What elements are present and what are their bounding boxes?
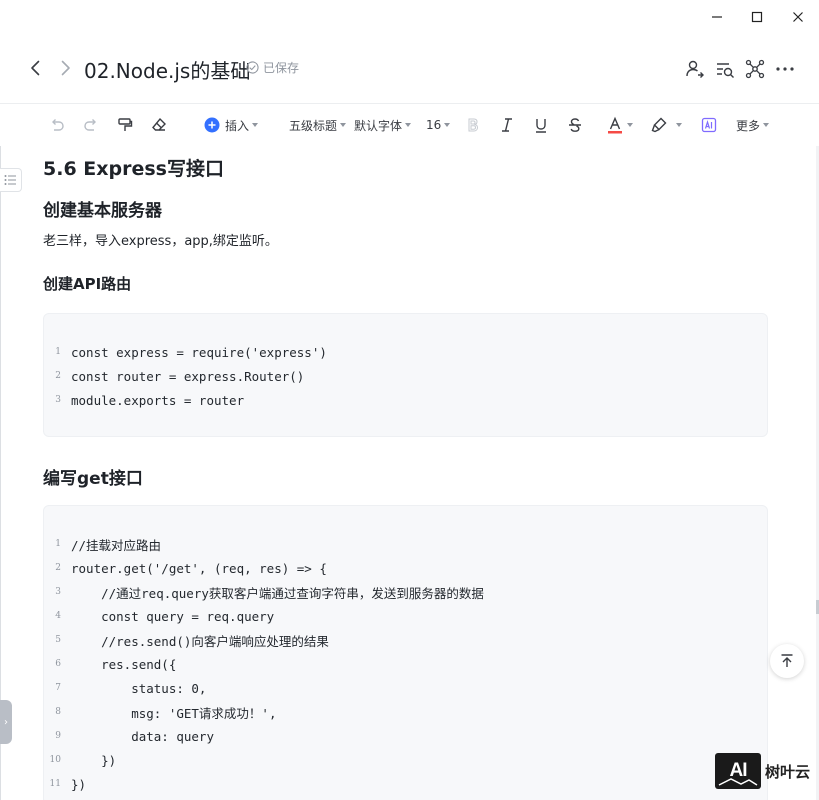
outline-list-icon xyxy=(4,175,16,185)
font-size-label: 16 xyxy=(426,118,442,132)
outline-toggle[interactable] xyxy=(0,168,22,192)
paragraph-server: 老三样，导入express，app,绑定监听。 xyxy=(43,234,278,249)
find-replace-icon[interactable] xyxy=(714,58,736,80)
font-select[interactable]: 默认字体 xyxy=(354,115,412,135)
format-painter-icon[interactable] xyxy=(116,115,134,135)
heading-create-router: 创建API路由 xyxy=(43,275,132,293)
code-line: 9 data: query xyxy=(55,728,214,744)
minimize-icon[interactable] xyxy=(705,6,729,28)
doc-header: 02.Node.js的基础 已保存 xyxy=(0,44,819,92)
window-titlebar xyxy=(0,0,819,34)
maximize-icon[interactable] xyxy=(745,6,769,28)
code-block-get[interactable]: 1//挂载对应路由 2 router.get('/get', (req, res)… xyxy=(43,505,768,800)
code-block-router[interactable]: 1 const express = require('express') 2 con… xyxy=(43,313,768,437)
chevron-down-icon xyxy=(340,123,347,127)
undo-icon[interactable] xyxy=(48,115,66,135)
watermark-text: 树叶云 xyxy=(765,762,811,781)
ai-assistant-icon[interactable] xyxy=(700,115,718,135)
code-line: 5 //res.send()向客户端响应处理的结果 xyxy=(55,633,329,649)
back-icon[interactable] xyxy=(26,58,46,78)
font-label: 默认字体 xyxy=(354,118,403,133)
underline-icon[interactable] xyxy=(532,115,550,135)
heading-create-server: 创建基本服务器 xyxy=(43,201,162,221)
format-toolbar: 插入 五级标题 默认字体 16 更多 xyxy=(0,104,819,146)
plus-circle-icon xyxy=(204,117,220,133)
highlight-button[interactable] xyxy=(650,115,682,135)
chevron-down-icon xyxy=(627,123,633,127)
code-line: 2 router.get('/get', (req, res) => { xyxy=(55,560,327,576)
chevron-down-icon xyxy=(405,123,412,127)
expand-sidebar-tab[interactable]: › xyxy=(0,700,12,744)
text-color-icon xyxy=(608,116,622,134)
arrow-up-icon xyxy=(781,654,793,667)
close-icon[interactable] xyxy=(786,6,810,28)
insert-button[interactable]: 插入 xyxy=(204,115,259,135)
bold-icon[interactable] xyxy=(464,115,482,135)
check-circle-icon xyxy=(246,61,259,74)
more-tools-label: 更多 xyxy=(736,118,761,133)
more-icon[interactable] xyxy=(774,58,796,80)
watermark: AI 树叶云 xyxy=(715,752,810,790)
watermark-logo: AI xyxy=(715,753,761,789)
chevron-down-icon xyxy=(676,123,682,127)
code-line: 6 res.send({ xyxy=(55,656,177,672)
share-user-icon[interactable] xyxy=(684,58,706,80)
font-size-select[interactable]: 16 xyxy=(426,115,451,135)
more-tools-button[interactable]: 更多 xyxy=(736,115,770,135)
code-line: 4 const query = req.query xyxy=(55,608,275,624)
code-line: 7 status: 0, xyxy=(55,680,207,696)
code-line: 1 const express = require('express') xyxy=(55,344,327,360)
insert-label: 插入 xyxy=(225,118,250,133)
chevron-right-icon: › xyxy=(4,716,8,728)
highlighter-icon xyxy=(651,117,667,133)
code-line: 8 msg: 'GET请求成功！', xyxy=(55,705,277,721)
strikethrough-icon[interactable] xyxy=(566,115,584,135)
chevron-down-icon xyxy=(252,123,259,127)
code-line: 10 }) xyxy=(49,752,117,768)
heading-label: 五级标题 xyxy=(289,118,338,133)
saved-status-label: 已保存 xyxy=(263,61,300,75)
italic-icon[interactable] xyxy=(498,115,516,135)
chevron-down-icon xyxy=(763,123,770,127)
code-line: 1//挂载对应路由 xyxy=(55,537,162,553)
code-line: 3 //通过req.query获取客户端通过查询字符串，发送到服务器的数据 xyxy=(55,585,484,601)
document-title[interactable]: 02.Node.js的基础 xyxy=(84,55,250,84)
saved-status: 已保存 xyxy=(246,59,299,76)
mind-map-icon[interactable] xyxy=(744,58,766,80)
redo-icon[interactable] xyxy=(82,115,100,135)
text-color-button[interactable] xyxy=(606,115,633,135)
clear-format-icon[interactable] xyxy=(150,115,168,135)
heading-select[interactable]: 五级标题 xyxy=(289,115,347,135)
forward-icon[interactable] xyxy=(55,58,75,78)
chevron-down-icon xyxy=(444,123,451,127)
heading-get-api: 编写get接口 xyxy=(43,469,143,489)
code-line: 3 module.exports = router xyxy=(55,392,245,408)
code-line: 11}) xyxy=(49,776,87,792)
heading-express: 5.6 Express写接口 xyxy=(43,158,224,180)
code-line: 2 const router = express.Router() xyxy=(55,368,305,384)
back-to-top-button[interactable] xyxy=(770,644,804,678)
